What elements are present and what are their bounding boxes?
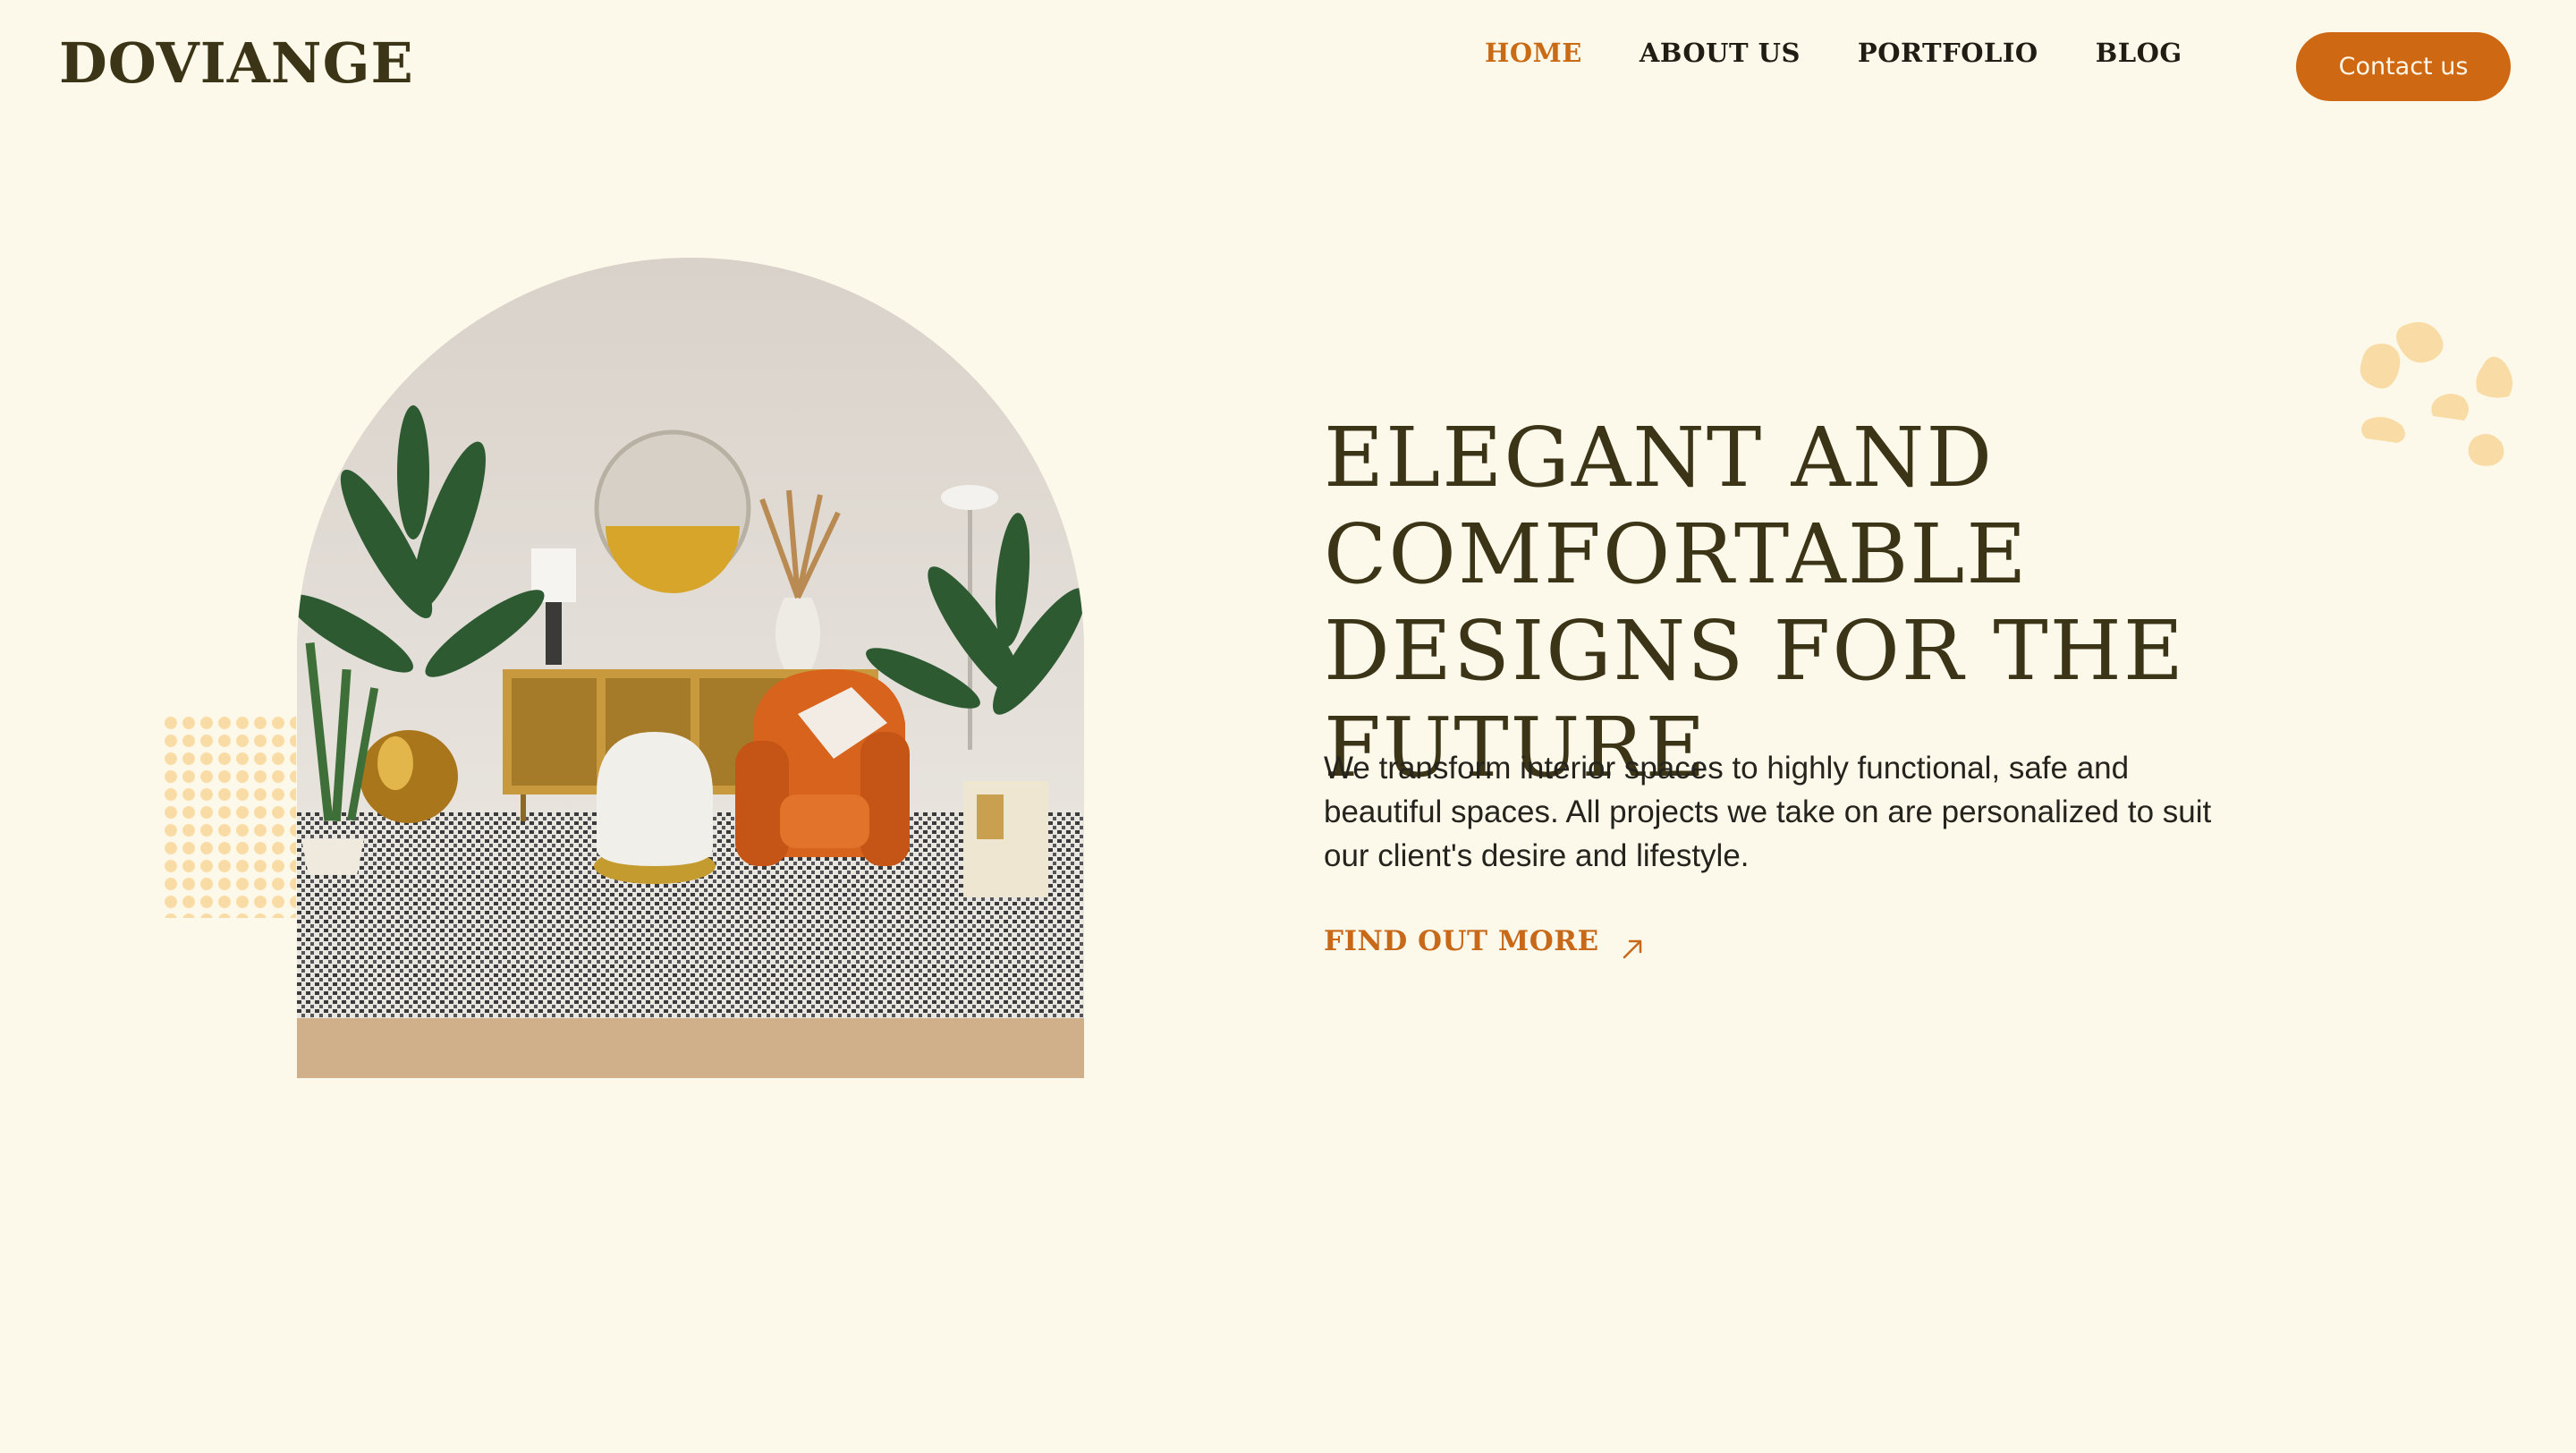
decorative-blobs: [2360, 322, 2512, 466]
nav-item-portfolio[interactable]: PORTFOLIO: [1858, 38, 2038, 68]
living-room-illustration: [297, 258, 1084, 1078]
nav-item-home[interactable]: HOME: [1485, 38, 1582, 68]
logo[interactable]: DOVIANGE: [59, 30, 414, 96]
hero-description: We transform interior spaces to highly f…: [1324, 751, 2212, 873]
contact-us-button[interactable]: Contact us: [2296, 32, 2511, 101]
find-out-more-link[interactable]: FIND OUT MORE: [1324, 922, 1644, 961]
nav-item-blog[interactable]: BLOG: [2096, 38, 2182, 68]
decorative-dot-grid: [162, 714, 296, 918]
hero-image: [297, 258, 1084, 1078]
nav-item-about-us[interactable]: ABOUT US: [1640, 38, 1801, 68]
hero-headline: Elegant And Comfortable Designs for the …: [1324, 410, 2186, 795]
find-out-more-label: FIND OUT MORE: [1324, 925, 1599, 957]
arrow-up-right-icon: [1623, 939, 1641, 959]
main-nav: HOME ABOUT US PORTFOLIO BLOG: [1485, 38, 2240, 68]
